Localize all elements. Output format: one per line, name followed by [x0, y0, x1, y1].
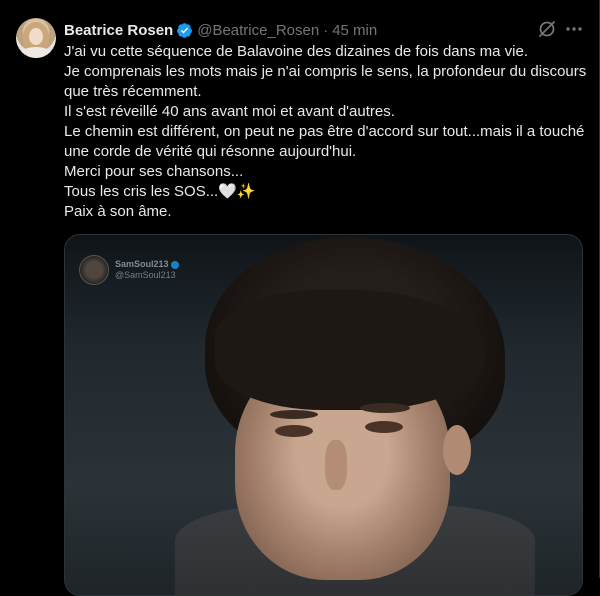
more-icon[interactable]	[564, 19, 584, 39]
video-nose	[325, 440, 347, 490]
verified-badge-icon[interactable]	[176, 22, 193, 39]
tweet-line: Tous les cris les SOS...🤍✨	[64, 183, 256, 200]
video-brow-right	[360, 403, 410, 413]
grok-icon[interactable]	[537, 19, 557, 39]
watermark-avatar	[79, 255, 109, 285]
watermark-handle: @SamSoul213	[115, 270, 176, 280]
avatar-face	[29, 28, 43, 45]
tweet-video[interactable]: SamSoul213 @SamSoul213	[64, 234, 583, 596]
video-eye-right	[365, 421, 403, 433]
tweet-line: Le chemin est différent, on peut ne pas …	[64, 123, 585, 160]
video-eye-left	[275, 425, 313, 437]
watermark-text: SamSoul213 @SamSoul213	[115, 259, 179, 281]
tweet-line: Paix à son âme.	[64, 203, 172, 220]
timestamp[interactable]: 45 min	[332, 22, 377, 39]
tweet-line: Je comprenais les mots mais je n'ai comp…	[64, 63, 587, 100]
tweet-line: J'ai vu cette séquence de Balavoine des …	[64, 43, 528, 60]
video-watermark: SamSoul213 @SamSoul213	[79, 255, 179, 285]
display-name[interactable]: Beatrice Rosen	[64, 22, 173, 39]
video-brow-left	[270, 410, 318, 419]
video-ear	[443, 425, 471, 475]
tweet-header: Beatrice Rosen @Beatrice_Rosen · 45 min	[64, 19, 377, 41]
avatar[interactable]	[16, 18, 56, 58]
video-fringe	[215, 290, 485, 410]
avatar-shoulders	[18, 47, 54, 58]
tweet-line: Il s'est réveillé 40 ans avant moi et av…	[64, 103, 395, 120]
handle[interactable]: @Beatrice_Rosen	[197, 22, 319, 39]
tweet[interactable]: Beatrice Rosen @Beatrice_Rosen · 45 min …	[0, 0, 599, 596]
tweet-line: Merci pour ses chansons...	[64, 163, 244, 180]
watermark-verified-icon	[170, 260, 179, 269]
separator-dot: ·	[323, 21, 329, 39]
tweet-text: J'ai vu cette séquence de Balavoine des …	[64, 42, 589, 222]
watermark-name: SamSoul213	[115, 259, 169, 269]
